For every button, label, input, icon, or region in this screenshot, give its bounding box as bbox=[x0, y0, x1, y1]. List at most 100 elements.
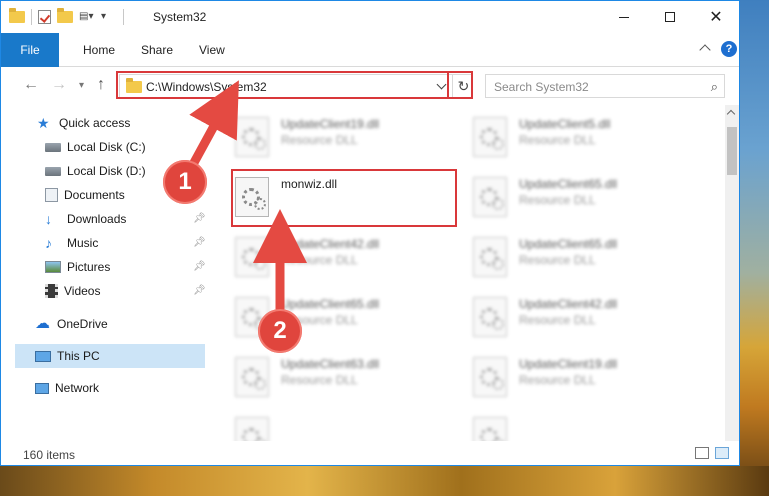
file-item[interactable] bbox=[207, 409, 427, 441]
collapse-ribbon-icon[interactable] bbox=[699, 44, 711, 56]
search-input[interactable]: Search System32 ⌕ bbox=[485, 74, 725, 98]
recent-locations-icon[interactable]: ▾ bbox=[79, 80, 84, 91]
properties-icon[interactable] bbox=[38, 10, 51, 24]
pin-icon[interactable]: 📌︎ bbox=[193, 285, 206, 296]
pin-icon[interactable]: 📌︎ bbox=[193, 237, 206, 248]
dll-file-icon bbox=[235, 357, 269, 397]
file-item[interactable]: UpdateClient42.dll Resource DLL bbox=[445, 289, 665, 339]
step-badge-1: 1 bbox=[163, 160, 207, 204]
tab-view[interactable]: View bbox=[199, 43, 225, 57]
file-type: Resource DLL bbox=[281, 133, 358, 147]
computer-icon bbox=[35, 350, 51, 362]
sidebar-item-label: Documents bbox=[64, 188, 125, 202]
folder-icon bbox=[9, 8, 25, 23]
close-button[interactable]: ✕ bbox=[693, 1, 739, 33]
dll-file-icon bbox=[473, 117, 507, 157]
sidebar-item-local-disk-d[interactable]: Local Disk (D:) bbox=[45, 159, 146, 183]
file-item[interactable]: UpdateClient65.dll Resource DLL bbox=[445, 229, 665, 279]
vertical-scrollbar[interactable] bbox=[725, 105, 739, 441]
navigation-pane: ★ Quick access Local Disk (C:) Local Dis… bbox=[1, 105, 207, 441]
file-type: Resource DLL bbox=[519, 193, 596, 207]
sidebar-item-label: This PC bbox=[57, 349, 100, 363]
file-explorer-window: ▤▾ ▾ System32 ✕ File Home Share View ? ←… bbox=[0, 0, 740, 466]
file-item[interactable]: UpdateClient19.dll Resource DLL bbox=[207, 109, 427, 159]
tab-file[interactable]: File bbox=[1, 33, 59, 67]
file-type: Resource DLL bbox=[519, 253, 596, 267]
file-item[interactable]: UpdateClient65.dll Resource DLL bbox=[207, 289, 427, 339]
sidebar-item-music[interactable]: ♪ Music bbox=[45, 231, 98, 255]
file-item[interactable]: UpdateClient5.dll Resource DLL bbox=[445, 109, 665, 159]
sidebar-item-this-pc[interactable]: This PC bbox=[35, 344, 100, 368]
videos-icon bbox=[45, 284, 58, 298]
address-bar-highlight bbox=[116, 71, 473, 99]
file-item[interactable]: UpdateClient42.dll Resource DLL bbox=[207, 229, 427, 279]
sidebar-item-label: OneDrive bbox=[57, 317, 108, 331]
pin-icon[interactable]: 📌︎ bbox=[193, 213, 206, 224]
search-placeholder: Search System32 bbox=[494, 80, 589, 94]
file-item[interactable]: UpdateClient65.dll Resource DLL bbox=[445, 169, 665, 219]
file-name: UpdateClient19.dll bbox=[281, 117, 380, 131]
sidebar-item-label: Quick access bbox=[59, 116, 131, 130]
customize-toolbar-icon[interactable]: ▤▾ bbox=[79, 10, 95, 24]
scroll-up-icon[interactable] bbox=[726, 109, 736, 119]
pictures-icon bbox=[45, 261, 61, 273]
title-bar: ▤▾ ▾ System32 ✕ bbox=[1, 1, 739, 33]
large-icons-view-icon[interactable] bbox=[715, 447, 729, 459]
quick-access-toolbar: ▤▾ ▾ bbox=[9, 8, 124, 25]
details-view-icon[interactable] bbox=[695, 447, 709, 459]
tab-home[interactable]: Home bbox=[83, 43, 115, 57]
divider bbox=[123, 9, 124, 25]
refresh-highlight bbox=[447, 71, 473, 99]
sidebar-item-label: Videos bbox=[64, 284, 101, 298]
dll-file-icon bbox=[235, 417, 269, 441]
new-folder-icon[interactable] bbox=[57, 8, 73, 23]
file-name: UpdateClient42.dll bbox=[519, 297, 618, 311]
minimize-icon bbox=[619, 16, 629, 18]
sidebar-item-documents[interactable]: Documents bbox=[45, 183, 125, 207]
sidebar-item-quick-access[interactable]: ★ Quick access bbox=[37, 111, 130, 135]
sidebar-item-videos[interactable]: Videos bbox=[45, 279, 100, 303]
dll-file-icon bbox=[235, 117, 269, 157]
file-item[interactable] bbox=[445, 409, 665, 441]
file-item[interactable]: UpdateClient63.dll Resource DLL bbox=[207, 349, 427, 399]
file-name: UpdateClient65.dll bbox=[519, 177, 618, 191]
tab-share[interactable]: Share bbox=[141, 43, 173, 57]
sidebar-item-pictures[interactable]: Pictures bbox=[45, 255, 110, 279]
sidebar-item-local-disk-c[interactable]: Local Disk (C:) bbox=[45, 135, 146, 159]
maximize-button[interactable] bbox=[647, 1, 693, 33]
sidebar-item-network[interactable]: Network bbox=[35, 376, 99, 400]
maximize-icon bbox=[665, 12, 675, 22]
divider bbox=[31, 9, 32, 25]
minimize-button[interactable] bbox=[601, 1, 647, 33]
sidebar-item-downloads[interactable]: ↓ Downloads bbox=[45, 207, 126, 231]
help-icon[interactable]: ? bbox=[721, 41, 737, 57]
dll-file-icon bbox=[235, 237, 269, 277]
qat-dropdown-icon[interactable]: ▾ bbox=[101, 10, 117, 24]
pin-icon[interactable]: 📌︎ bbox=[193, 261, 206, 272]
file-type: Resource DLL bbox=[281, 373, 358, 387]
file-name: UpdateClient5.dll bbox=[519, 117, 611, 131]
file-item[interactable]: UpdateClient19.dll Resource DLL bbox=[445, 349, 665, 399]
dll-file-icon bbox=[473, 177, 507, 217]
cloud-icon: ☁ bbox=[35, 315, 50, 332]
file-highlight bbox=[231, 169, 457, 227]
drive-icon bbox=[45, 166, 61, 176]
file-name: UpdateClient42.dll bbox=[281, 237, 380, 251]
up-arrow-icon[interactable]: ↑ bbox=[97, 76, 105, 94]
file-type: Resource DLL bbox=[519, 313, 596, 327]
desktop-background bbox=[736, 0, 769, 496]
scrollbar-thumb[interactable] bbox=[727, 127, 737, 175]
status-bar: 160 items bbox=[1, 441, 739, 465]
music-icon: ♪ bbox=[45, 235, 52, 251]
dll-file-icon bbox=[473, 297, 507, 337]
sidebar-item-onedrive[interactable]: ☁ OneDrive bbox=[35, 312, 108, 336]
documents-icon bbox=[45, 188, 58, 202]
drive-icon bbox=[45, 142, 61, 152]
back-arrow-icon[interactable]: ← bbox=[23, 76, 39, 94]
file-list: UpdateClient19.dll Resource DLL UpdateCl… bbox=[207, 105, 725, 441]
close-icon: ✕ bbox=[709, 9, 723, 26]
network-icon bbox=[35, 382, 49, 394]
forward-arrow-icon[interactable]: → bbox=[51, 76, 67, 94]
ribbon-tabs: File Home Share View ? bbox=[1, 33, 739, 67]
sidebar-item-label: Local Disk (C:) bbox=[67, 140, 146, 154]
